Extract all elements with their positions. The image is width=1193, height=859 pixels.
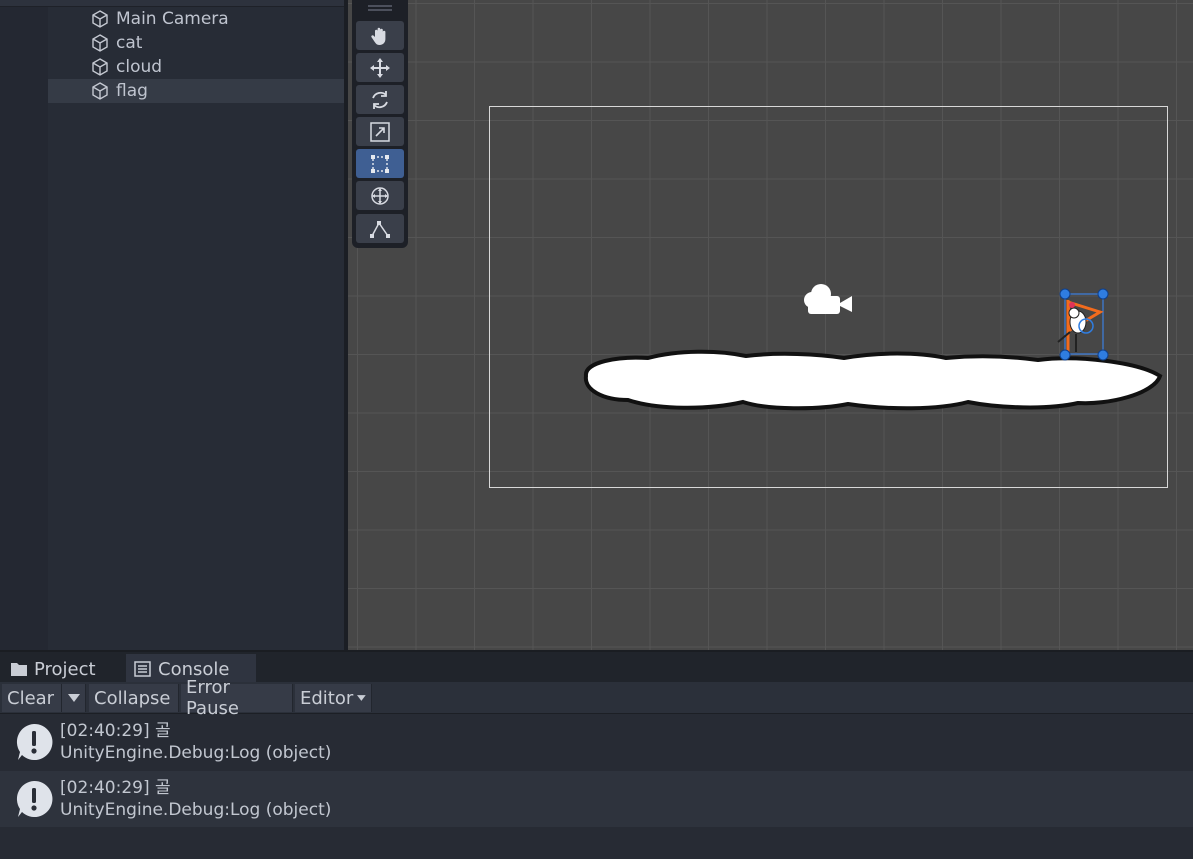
chevron-down-icon — [67, 694, 80, 702]
tool-palette — [352, 0, 408, 248]
bottom-tabbar: Project Console — [0, 650, 1193, 684]
scale-tool-button[interactable] — [356, 117, 404, 146]
info-message-icon — [16, 780, 53, 817]
error-pause-button-label: Error Pause — [186, 677, 239, 719]
scene-root-row[interactable] — [0, 0, 344, 7]
hierarchy-item-main-camera[interactable]: Main Camera — [48, 7, 344, 31]
gameobject-icon — [92, 10, 108, 28]
error-pause-button[interactable]: Error Pause — [181, 677, 293, 719]
log-stacktrace: UnityEngine.Debug:Log (object) — [60, 800, 332, 820]
rotate-tool-button[interactable] — [356, 85, 404, 114]
transform-icon — [371, 186, 389, 205]
hierarchy-item-flag[interactable]: flag — [48, 79, 344, 103]
editor-dropdown-label: Editor — [300, 687, 354, 709]
hierarchy-panel: Main Camera cat cloud flag — [0, 0, 344, 650]
cloud-sprite[interactable] — [583, 349, 1163, 411]
hierarchy-item-cat[interactable]: cat — [48, 31, 344, 55]
collapse-button-label: Collapse — [94, 687, 171, 709]
console-toolbar: Clear Collapse Error Pause Editor — [0, 677, 1193, 719]
custom-tool-button[interactable] — [356, 214, 404, 243]
hierarchy-item-label: flag — [116, 81, 148, 101]
scene-canvas — [489, 106, 1168, 488]
rect-transform-icon — [371, 154, 389, 173]
gameobject-icon — [92, 82, 108, 100]
hand-tool-button[interactable] — [356, 21, 404, 50]
tab-project-label: Project — [34, 658, 96, 680]
move-icon — [370, 57, 390, 78]
hand-icon — [371, 27, 386, 45]
clear-options-dropdown[interactable] — [62, 684, 86, 712]
hierarchy-item-label: cloud — [116, 57, 163, 77]
hierarchy-item-label: Main Camera — [116, 9, 229, 29]
gameobject-icon — [92, 58, 108, 76]
bottom-panel: Project Console Clear Collapse Error Pau… — [0, 650, 1193, 859]
console-icon — [134, 661, 151, 677]
hierarchy-item-cloud[interactable]: cloud — [48, 55, 344, 79]
gameobject-icon — [92, 34, 108, 52]
log-entry[interactable]: [02:40:29] 골 UnityEngine.Debug:Log (obje… — [0, 771, 1193, 827]
flag-sprite[interactable] — [1057, 288, 1109, 361]
editor-dropdown[interactable]: Editor — [295, 684, 372, 712]
rect-tool-button[interactable] — [356, 149, 404, 178]
clear-button[interactable]: Clear — [2, 684, 62, 712]
scale-icon — [370, 121, 390, 142]
hierarchy-gutter — [0, 0, 48, 650]
folder-icon — [11, 663, 27, 676]
palette-grip-icon[interactable] — [368, 3, 392, 13]
chevron-down-icon — [357, 695, 366, 701]
info-message-icon — [16, 723, 53, 760]
hierarchy-item-label: cat — [116, 33, 143, 53]
move-tool-button[interactable] — [356, 53, 404, 82]
collapse-button[interactable]: Collapse — [89, 684, 179, 712]
tab-project[interactable]: Project — [2, 654, 124, 684]
clear-button-label: Clear — [7, 687, 55, 709]
log-stacktrace: UnityEngine.Debug:Log (object) — [60, 743, 332, 763]
transform-tool-button[interactable] — [356, 181, 404, 210]
camera-gizmo[interactable] — [804, 284, 852, 314]
scene-view[interactable] — [348, 0, 1193, 650]
log-message: [02:40:29] 골 — [60, 778, 171, 798]
rotate-icon — [372, 90, 388, 109]
log-entry[interactable]: [02:40:29] 골 UnityEngine.Debug:Log (obje… — [0, 714, 1193, 770]
log-message: [02:40:29] 골 — [60, 721, 171, 741]
custom-tool-icon — [370, 220, 390, 238]
